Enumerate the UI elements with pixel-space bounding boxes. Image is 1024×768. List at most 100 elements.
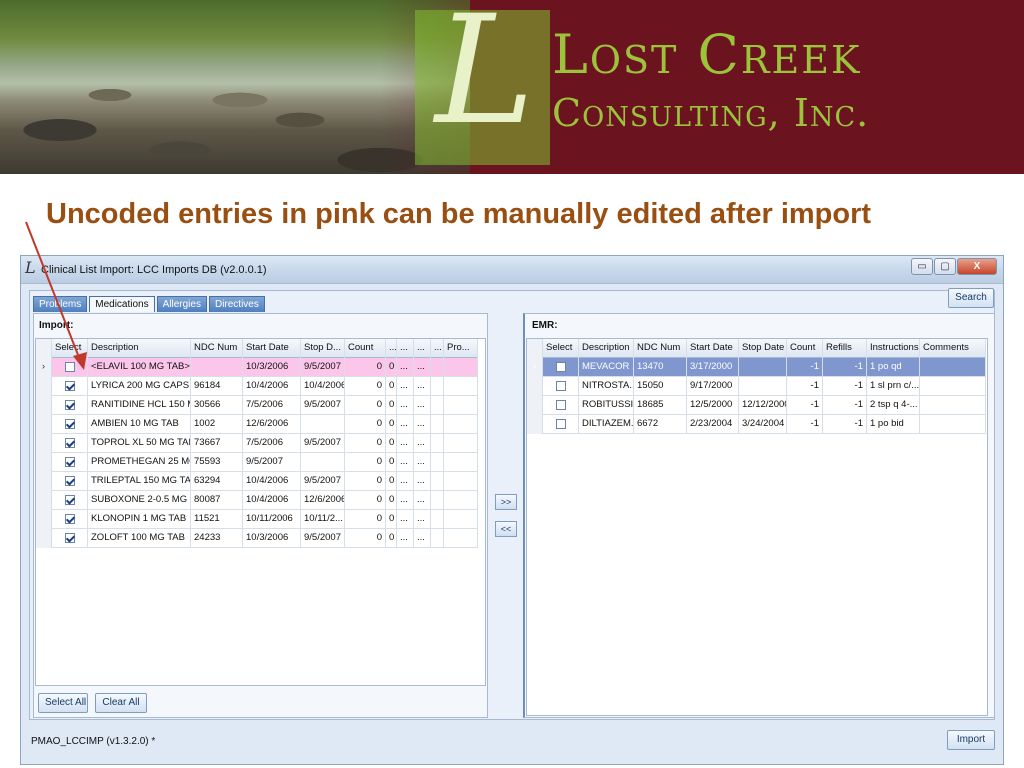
clear-all-button[interactable]: Clear All xyxy=(95,693,147,713)
current-row-indicator-icon[interactable]: › xyxy=(36,358,52,377)
table-cell[interactable]: 73667 xyxy=(191,434,243,453)
table-cell[interactable]: <ELAVIL 100 MG TAB> xyxy=(88,358,191,377)
table-row[interactable]: LYRICA 200 MG CAPS 96184 10/4/2006 10/4/200… xyxy=(36,377,478,396)
table-cell[interactable]: ... xyxy=(414,510,431,529)
table-cell[interactable]: ... xyxy=(397,415,414,434)
table-cell[interactable]: 7/5/2006 xyxy=(243,434,301,453)
table-cell[interactable]: 0 xyxy=(345,529,386,548)
import-button[interactable]: Import xyxy=(947,730,995,750)
table-cell[interactable]: 1 po qd xyxy=(867,358,920,377)
table-cell[interactable]: ... xyxy=(397,491,414,510)
table-cell[interactable]: ROBITUSSI... xyxy=(579,396,634,415)
table-cell[interactable] xyxy=(920,377,986,396)
table-cell[interactable]: ... xyxy=(397,529,414,548)
column-header[interactable]: Start Date xyxy=(243,339,301,358)
table-cell[interactable]: 2 tsp q 4-... xyxy=(867,396,920,415)
table-cell[interactable] xyxy=(920,415,986,434)
move-right-button[interactable]: >> xyxy=(495,494,517,510)
table-cell[interactable]: KLONOPIN 1 MG TAB xyxy=(88,510,191,529)
table-cell[interactable]: 0 xyxy=(345,377,386,396)
table-cell[interactable] xyxy=(431,358,444,377)
table-cell[interactable] xyxy=(431,434,444,453)
column-header[interactable]: NDC Num xyxy=(634,339,687,358)
table-cell[interactable]: 0 xyxy=(386,415,397,434)
column-header[interactable]: Select xyxy=(52,339,88,358)
row-header-cell[interactable] xyxy=(36,415,52,434)
table-cell[interactable]: 9/5/2007 xyxy=(301,472,345,491)
table-cell[interactable] xyxy=(920,358,986,377)
table-cell[interactable]: ... xyxy=(414,358,431,377)
table-cell[interactable]: 10/4/2006 xyxy=(243,472,301,491)
table-cell[interactable]: 0 xyxy=(386,491,397,510)
close-button[interactable]: X xyxy=(957,258,997,275)
table-cell[interactable]: 0 xyxy=(345,510,386,529)
table-cell[interactable]: ... xyxy=(397,358,414,377)
table-row[interactable]: DILTIAZEM... 6672 2/23/2004 3/24/2004 -1 -1 1 … xyxy=(527,415,986,434)
table-cell[interactable]: 0 xyxy=(386,396,397,415)
table-row[interactable]: NITROSTA... 15050 9/17/2000 -1 -1 1 sl prn c/… xyxy=(527,377,986,396)
table-cell[interactable]: 0 xyxy=(345,434,386,453)
table-cell[interactable] xyxy=(444,472,478,491)
table-cell[interactable]: 7/5/2006 xyxy=(243,396,301,415)
table-cell[interactable]: 9/17/2000 xyxy=(687,377,739,396)
table-row[interactable]: AMBIEN 10 MG TAB 1002 12/6/2006 0 0...... xyxy=(36,415,478,434)
table-cell[interactable]: 9/5/2007 xyxy=(301,358,345,377)
table-cell[interactable] xyxy=(444,396,478,415)
select-checkbox[interactable] xyxy=(64,533,75,543)
column-header[interactable]: Stop D... xyxy=(301,339,345,358)
table-cell[interactable]: 1 sl prn c/... xyxy=(867,377,920,396)
table-cell[interactable] xyxy=(739,358,787,377)
table-cell[interactable]: 12/12/2000 xyxy=(739,396,787,415)
tab-allergies[interactable]: Allergies xyxy=(156,296,207,312)
table-cell[interactable]: 0 xyxy=(345,491,386,510)
table-cell[interactable] xyxy=(431,396,444,415)
select-checkbox[interactable] xyxy=(64,362,75,372)
select-checkbox[interactable] xyxy=(555,362,566,372)
table-cell[interactable]: 0 xyxy=(386,358,397,377)
table-row[interactable]: ›MEVACOR ...134703/17/2000-1-11 po qd xyxy=(527,358,986,377)
table-cell[interactable] xyxy=(444,415,478,434)
table-cell[interactable]: 10/11/2006 xyxy=(243,510,301,529)
table-cell[interactable]: 0 xyxy=(345,415,386,434)
table-cell[interactable]: 10/11/2... xyxy=(301,510,345,529)
table-cell[interactable]: 10/4/2006 xyxy=(301,377,345,396)
select-checkbox[interactable] xyxy=(64,495,75,505)
table-cell[interactable]: 12/6/2006 xyxy=(301,491,345,510)
table-cell[interactable] xyxy=(431,377,444,396)
table-cell[interactable]: 3/24/2004 xyxy=(739,415,787,434)
table-cell[interactable]: ... xyxy=(397,434,414,453)
table-cell[interactable]: -1 xyxy=(787,358,823,377)
table-cell[interactable]: 13470 xyxy=(634,358,687,377)
table-cell[interactable]: PROMETHEGAN 25 MG ... xyxy=(88,453,191,472)
table-cell[interactable]: DILTIAZEM... xyxy=(579,415,634,434)
table-row[interactable]: SUBOXONE 2-0.5 MG SUBL8008710/4/200612/6… xyxy=(36,491,478,510)
table-cell[interactable]: SUBOXONE 2-0.5 MG SUBL xyxy=(88,491,191,510)
table-cell[interactable] xyxy=(301,453,345,472)
column-header[interactable]: Refills xyxy=(823,339,867,358)
table-cell[interactable]: 75593 xyxy=(191,453,243,472)
table-cell[interactable]: 9/5/2007 xyxy=(301,529,345,548)
table-cell[interactable]: ... xyxy=(414,491,431,510)
row-header-cell[interactable] xyxy=(36,472,52,491)
table-cell[interactable]: 11521 xyxy=(191,510,243,529)
table-row[interactable]: TRILEPTAL 150 MG TABS6329410/4/20069/5/2… xyxy=(36,472,478,491)
table-row[interactable]: ROBITUSSI...1868512/5/200012/12/2000-1-1… xyxy=(527,396,986,415)
table-cell[interactable] xyxy=(431,453,444,472)
table-row[interactable]: TOPROL XL 50 MG TABS...736677/5/20069/5/… xyxy=(36,434,478,453)
table-cell[interactable]: 3/17/2000 xyxy=(687,358,739,377)
select-all-button[interactable]: Select All xyxy=(38,693,88,713)
row-header-cell[interactable] xyxy=(36,434,52,453)
table-cell[interactable]: MEVACOR ... xyxy=(579,358,634,377)
table-cell[interactable]: LYRICA 200 MG CAPS xyxy=(88,377,191,396)
table-cell[interactable]: ... xyxy=(397,510,414,529)
table-cell[interactable]: AMBIEN 10 MG TAB xyxy=(88,415,191,434)
table-cell[interactable]: ... xyxy=(414,377,431,396)
table-cell[interactable]: -1 xyxy=(787,377,823,396)
table-cell[interactable]: ... xyxy=(397,453,414,472)
row-header-cell[interactable] xyxy=(36,491,52,510)
table-cell[interactable]: 9/5/2007 xyxy=(301,434,345,453)
table-cell[interactable]: 10/3/2006 xyxy=(243,358,301,377)
table-cell[interactable] xyxy=(431,529,444,548)
table-cell[interactable]: 12/6/2006 xyxy=(243,415,301,434)
table-cell[interactable] xyxy=(431,510,444,529)
